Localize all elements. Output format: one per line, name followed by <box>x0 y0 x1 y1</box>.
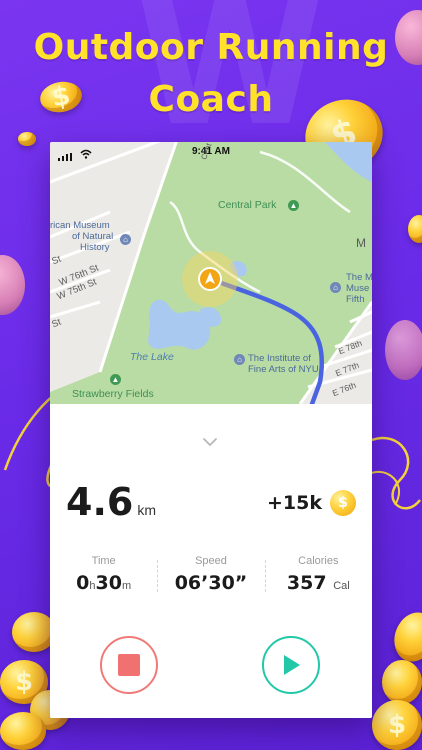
speed-value: 06’30” <box>174 572 248 594</box>
calories-number: 357 <box>286 572 327 594</box>
stop-icon <box>118 654 140 676</box>
museum-icon: ⌂ <box>330 282 341 293</box>
time-minutes: 30 <box>95 572 122 594</box>
map-label-met-1: The M <box>346 272 372 283</box>
map-label-central-park: Central Park <box>218 199 277 211</box>
stat-speed: Speed 06’30” <box>157 554 264 598</box>
map-label-institute-2: Fine Arts of NYU <box>248 364 319 375</box>
calories-value: 357 Cal <box>265 572 372 594</box>
coin-reward: +15k $ <box>267 490 356 516</box>
coin-icon <box>408 215 422 243</box>
status-bar: 9:41 AM <box>50 142 372 162</box>
map-label-museum-2: of Natural <box>72 231 114 242</box>
map-label-met-3: Fifth <box>346 294 365 305</box>
coin-icon <box>18 132 36 146</box>
play-button[interactable] <box>262 636 320 694</box>
calories-label: Calories <box>298 555 339 567</box>
map-label-m: M <box>356 236 366 250</box>
time-value: 0h30m <box>50 572 157 594</box>
reward-value: +15k <box>267 491 322 514</box>
chevron-down-icon[interactable] <box>202 434 218 452</box>
headline: Outdoor Running Coach <box>0 22 422 126</box>
stat-time: Time 0h30m <box>50 554 157 598</box>
park-icon: ▲ <box>288 200 299 211</box>
time-hours: 0 <box>76 572 90 594</box>
run-stats-panel: 4.6 km +15k $ Time 0h30m Speed 06’30” Cal… <box>50 404 372 718</box>
app-screen: 9:41 AM Central Park ▲ rican Museum of N… <box>50 142 372 718</box>
pink-disc-decoration <box>0 255 25 315</box>
dollar-coin-icon: $ <box>330 490 356 516</box>
distance-unit: km <box>137 502 156 518</box>
map-label-met-2: Muse <box>346 283 370 294</box>
status-time: 9:41 AM <box>192 146 230 157</box>
stats-row: Time 0h30m Speed 06’30” Calories 357 Cal <box>50 554 372 598</box>
play-icon <box>284 655 300 675</box>
museum-icon: ⌂ <box>234 354 245 365</box>
pink-disc-decoration <box>385 320 422 380</box>
coin-icon: $ <box>372 700 422 750</box>
coin-icon <box>0 712 46 750</box>
museum-icon: ⌂ <box>120 234 131 245</box>
time-m-unit: m <box>121 580 132 592</box>
speed-label: Speed <box>195 555 227 567</box>
map-label-institute-1: The Institute of <box>248 353 311 364</box>
park-icon: ▲ <box>110 374 121 385</box>
headline-line-1: Outdoor Running <box>33 27 389 68</box>
stat-calories: Calories 357 Cal <box>264 554 372 598</box>
map-label-strawberry-fields: Strawberry Fields <box>72 388 154 400</box>
map-label-museum-3: History <box>80 242 110 253</box>
stop-button[interactable] <box>100 636 158 694</box>
calories-unit: Cal <box>333 580 350 592</box>
map-label-museum-1: rican Museum <box>50 220 110 231</box>
coin-icon <box>382 660 422 704</box>
distance-readout: 4.6 km <box>66 482 156 522</box>
time-label: Time <box>91 555 116 567</box>
map-label-the-lake: The Lake <box>130 351 174 363</box>
map-view[interactable]: 9:41 AM Central Park ▲ rican Museum of N… <box>50 142 372 404</box>
headline-line-2: Coach <box>148 79 274 120</box>
distance-value: 4.6 <box>66 480 134 524</box>
